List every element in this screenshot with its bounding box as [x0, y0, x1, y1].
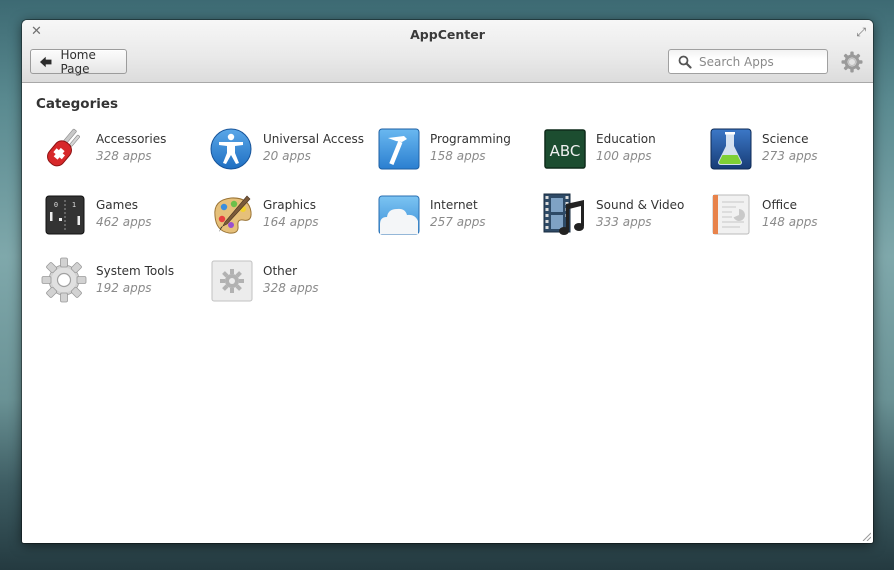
- svg-text:0: 0: [54, 201, 58, 209]
- categories-heading: Categories: [36, 96, 119, 112]
- category-science[interactable]: Science 273 apps: [704, 124, 864, 174]
- svg-text:1: 1: [72, 201, 76, 209]
- category-accessories[interactable]: Accessories 328 apps: [38, 124, 198, 174]
- programming-icon: [378, 128, 420, 170]
- search-icon: [678, 55, 692, 69]
- category-graphics[interactable]: Graphics 164 apps: [205, 190, 365, 240]
- category-count: 20 apps: [263, 149, 311, 163]
- other-icon: [211, 260, 253, 302]
- category-name: Accessories: [96, 132, 167, 146]
- category-count: 257 apps: [430, 215, 486, 229]
- back-arrow-icon: [39, 56, 52, 67]
- category-universal-access[interactable]: Universal Access 20 apps: [205, 124, 365, 174]
- category-system-tools[interactable]: System Tools 192 apps: [38, 256, 198, 306]
- category-count: 273 apps: [762, 149, 818, 163]
- category-count: 333 apps: [596, 215, 652, 229]
- universal-access-icon: [210, 128, 252, 170]
- category-count: 164 apps: [263, 215, 319, 229]
- main-content: Categories Accessories 328 apps Universa…: [22, 83, 873, 543]
- home-page-button[interactable]: Home Page: [30, 47, 127, 76]
- category-name: Internet: [430, 198, 478, 212]
- category-count: 158 apps: [430, 149, 486, 163]
- maximize-icon[interactable]: ⤢: [856, 25, 866, 39]
- search-input[interactable]: [699, 54, 814, 69]
- education-icon: ABC: [544, 129, 586, 169]
- category-name: Education: [596, 132, 656, 146]
- category-internet[interactable]: Internet 257 apps: [372, 190, 532, 240]
- search-field[interactable]: [668, 49, 828, 74]
- svg-text:ABC: ABC: [550, 142, 581, 160]
- category-name: System Tools: [96, 264, 175, 278]
- category-other[interactable]: Other 328 apps: [205, 256, 365, 306]
- window-title: AppCenter: [410, 27, 485, 42]
- category-name: Graphics: [263, 198, 316, 212]
- office-icon: [712, 194, 750, 235]
- home-page-label: Home Page: [60, 47, 96, 76]
- category-education[interactable]: ABC Education 100 apps: [538, 124, 698, 174]
- category-games[interactable]: 0 1 Games 462 apps: [38, 190, 198, 240]
- category-sound-video[interactable]: Sound & Video 333 apps: [538, 190, 698, 240]
- category-name: Sound & Video: [596, 198, 685, 212]
- category-count: 462 apps: [96, 215, 152, 229]
- category-count: 192 apps: [96, 281, 152, 295]
- category-name: Science: [762, 132, 809, 146]
- gear-icon[interactable]: [840, 50, 864, 74]
- games-icon: 0 1: [45, 195, 85, 235]
- resize-grip-icon[interactable]: [861, 531, 871, 541]
- category-count: 100 apps: [596, 149, 652, 163]
- graphics-icon: [214, 195, 252, 234]
- category-count: 148 apps: [762, 215, 818, 229]
- category-name: Games: [96, 198, 138, 212]
- internet-icon: [378, 195, 420, 235]
- category-programming[interactable]: Programming 158 apps: [372, 124, 532, 174]
- appcenter-window: ✕ AppCenter ⤢ Home Page Search Apps Cate…: [22, 20, 873, 543]
- accessories-icon: [47, 128, 80, 167]
- category-name: Office: [762, 198, 798, 212]
- system-tools-icon: [41, 257, 87, 303]
- category-name: Programming: [430, 132, 511, 146]
- category-name: Universal Access: [263, 132, 364, 146]
- category-office[interactable]: Office 148 apps: [704, 190, 864, 240]
- category-count: 328 apps: [263, 281, 319, 295]
- category-name: Other: [263, 264, 298, 278]
- sound-video-icon: [543, 193, 584, 235]
- category-count: 328 apps: [96, 149, 152, 163]
- science-icon: [710, 128, 752, 170]
- header-bar: ✕ AppCenter ⤢ Home Page: [22, 20, 873, 83]
